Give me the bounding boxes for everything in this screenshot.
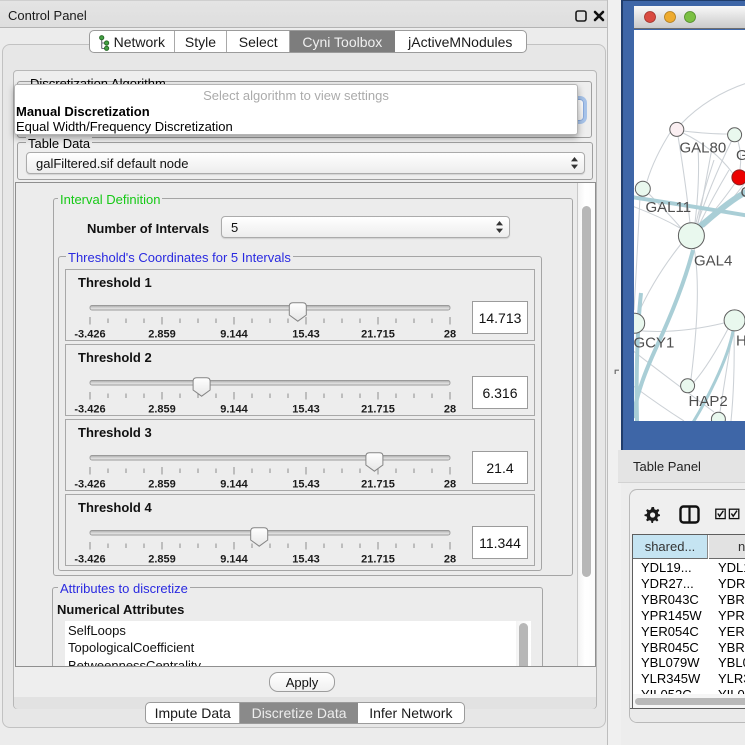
svg-text:GCY1: GCY1: [634, 335, 674, 352]
svg-text:GA: GA: [736, 147, 745, 164]
svg-text:GAL11: GAL11: [646, 199, 692, 216]
svg-text:H: H: [736, 333, 745, 350]
svg-text:GAL4: GAL4: [694, 253, 732, 270]
svg-text:C: C: [741, 184, 745, 201]
svg-text:HAP2: HAP2: [689, 393, 728, 410]
svg-text:GAL80: GAL80: [680, 140, 727, 157]
